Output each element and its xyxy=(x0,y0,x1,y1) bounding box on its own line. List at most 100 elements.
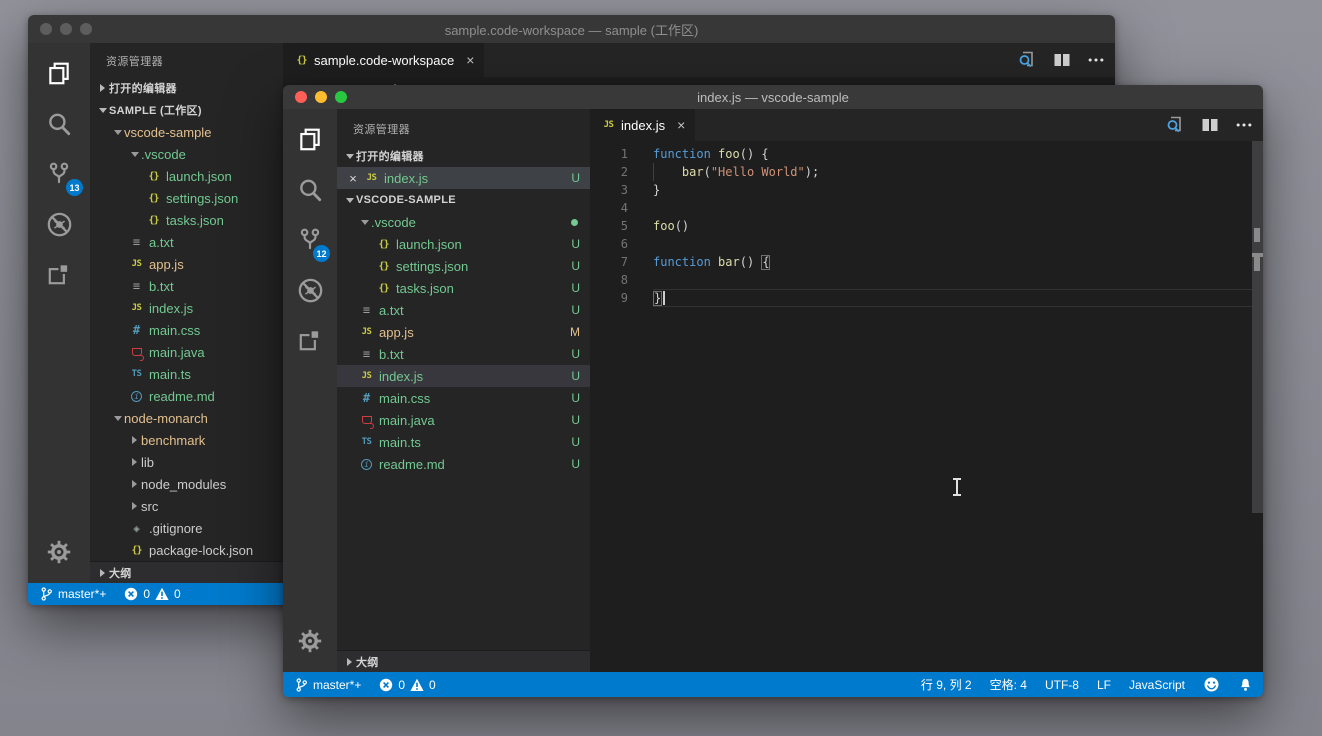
find-icon[interactable] xyxy=(1017,50,1037,70)
activity-source-control[interactable]: 13 xyxy=(28,149,90,199)
status-segment[interactable]: LF xyxy=(1097,678,1111,692)
front-status-bar: master*+ 0 0 行 9, 列 2 空格: 4 UTF-8 LF JavaScr… xyxy=(283,672,1263,697)
split-editor-icon[interactable] xyxy=(1200,115,1220,135)
find-icon[interactable] xyxy=(1165,115,1185,135)
problems-status[interactable]: 0 0 xyxy=(379,678,435,692)
more-actions-icon[interactable] xyxy=(1087,51,1105,69)
code-token xyxy=(711,254,718,270)
tree-item--vscode[interactable]: .vscode xyxy=(90,143,283,165)
tree-item-main-java[interactable]: main.java xyxy=(90,341,283,363)
activity-extensions[interactable] xyxy=(28,249,90,299)
minimize-window-icon[interactable] xyxy=(315,91,327,103)
activity-explorer[interactable] xyxy=(283,115,337,165)
tree-item-main-ts[interactable]: main.ts xyxy=(90,363,283,385)
tree-item-launch-json[interactable]: launch.jsonU xyxy=(337,233,590,255)
file-tree: .vscodelaunch.jsonUsettings.jsonUtasks.j… xyxy=(337,211,590,475)
more-actions-icon[interactable] xyxy=(1235,116,1253,134)
feedback-smiley-icon[interactable] xyxy=(1203,676,1220,693)
close-window-icon[interactable] xyxy=(295,91,307,103)
tree-item-b-txt[interactable]: b.txtU xyxy=(337,343,590,365)
tree-item-main-ts[interactable]: main.tsU xyxy=(337,431,590,453)
back-tab-bar: sample.code-workspace × xyxy=(283,43,1115,77)
tree-item-app-js[interactable]: app.jsM xyxy=(337,321,590,343)
tree-item--vscode[interactable]: .vscode xyxy=(337,211,590,233)
window-controls[interactable] xyxy=(40,23,92,35)
split-editor-icon[interactable] xyxy=(1052,50,1072,70)
code-token: ); xyxy=(805,164,819,180)
tree-item--gitignore[interactable]: .gitignore xyxy=(90,517,283,539)
minimize-window-icon[interactable] xyxy=(60,23,72,35)
activity-debug[interactable] xyxy=(28,199,90,249)
activity-settings-gear[interactable] xyxy=(28,535,90,569)
window-controls[interactable] xyxy=(295,91,347,103)
status-segment[interactable]: 行 9, 列 2 xyxy=(921,676,972,693)
tree-item-b-txt[interactable]: b.txt xyxy=(90,275,283,297)
code-line xyxy=(653,235,1263,253)
outline-section[interactable]: 大纲 xyxy=(90,561,283,583)
tree-item-tasks-json[interactable]: tasks.json xyxy=(90,209,283,231)
status-segment[interactable]: 空格: 4 xyxy=(990,676,1027,693)
scrollbar-strip[interactable] xyxy=(1252,141,1263,513)
tree-item-launch-json[interactable]: launch.json xyxy=(90,165,283,187)
tree-item-lib[interactable]: lib xyxy=(90,451,283,473)
section-label: VSCODE-SAMPLE xyxy=(356,194,456,206)
front-titlebar[interactable]: index.js — vscode-sample xyxy=(283,85,1263,109)
tree-item-a-txt[interactable]: a.txt xyxy=(90,231,283,253)
workspace-section[interactable]: SAMPLE (工作区) xyxy=(90,99,283,121)
tree-item-package-lock-json[interactable]: package-lock.json xyxy=(90,539,283,561)
activity-debug[interactable] xyxy=(283,265,337,315)
workspace-section[interactable]: VSCODE-SAMPLE xyxy=(337,189,590,211)
close-editor-icon[interactable]: × xyxy=(345,171,361,186)
tab-sample-code-workspace[interactable]: sample.code-workspace × xyxy=(283,43,484,77)
tree-item-vscode-sample[interactable]: vscode-sample xyxy=(90,121,283,143)
tree-item-a-txt[interactable]: a.txtU xyxy=(337,299,590,321)
activity-settings-gear[interactable] xyxy=(283,624,337,658)
activity-source-control[interactable]: 12 xyxy=(283,215,337,265)
tree-item-main-java[interactable]: main.javaU xyxy=(337,409,590,431)
front-window: index.js — vscode-sample 12 资源管理器 打开的编辑器… xyxy=(283,85,1263,697)
close-tab-icon[interactable]: × xyxy=(677,118,685,132)
tree-item-benchmark[interactable]: benchmark xyxy=(90,429,283,451)
tree-item-index-js[interactable]: index.jsU xyxy=(337,365,590,387)
tree-item-src[interactable]: src xyxy=(90,495,283,517)
git-branch-status[interactable]: master*+ xyxy=(40,586,106,602)
notifications-bell-icon[interactable] xyxy=(1238,677,1253,693)
section-label: 大纲 xyxy=(356,654,379,670)
open-editor-index-js[interactable]: × index.js U xyxy=(337,167,590,189)
tree-item-tasks-json[interactable]: tasks.jsonU xyxy=(337,277,590,299)
status-segment[interactable]: JavaScript xyxy=(1129,678,1185,692)
tree-item-index-js[interactable]: index.js xyxy=(90,297,283,319)
tab-index-js[interactable]: index.js × xyxy=(590,109,695,141)
problems-status[interactable]: 0 0 xyxy=(124,587,180,601)
json-icon xyxy=(145,193,162,204)
tree-item-settings-json[interactable]: settings.json xyxy=(90,187,283,209)
close-tab-icon[interactable]: × xyxy=(466,53,474,67)
markdown-icon xyxy=(131,391,142,402)
status-segment[interactable]: UTF-8 xyxy=(1045,678,1079,692)
tree-item-label: settings.json xyxy=(166,191,238,206)
tree-item-app-js[interactable]: app.js xyxy=(90,253,283,275)
outline-section[interactable]: 大纲 xyxy=(337,650,590,672)
tree-item-readme-md[interactable]: readme.md xyxy=(90,385,283,407)
tree-item-node-modules[interactable]: node_modules xyxy=(90,473,283,495)
tree-item-readme-md[interactable]: readme.mdU xyxy=(337,453,590,475)
tree-item-main-css[interactable]: main.cssU xyxy=(337,387,590,409)
activity-search[interactable] xyxy=(283,165,337,215)
activity-search[interactable] xyxy=(28,99,90,149)
close-window-icon[interactable] xyxy=(40,23,52,35)
front-code-area[interactable]: 1function foo() {2 bar("Hello World");3}… xyxy=(590,141,1263,672)
activity-extensions[interactable] xyxy=(283,315,337,365)
open-editors-section[interactable]: 打开的编辑器 xyxy=(337,145,590,167)
tree-item-label: .gitignore xyxy=(149,521,202,536)
git-branch-status[interactable]: master*+ xyxy=(295,677,361,693)
tree-item-node-monarch[interactable]: node-monarch xyxy=(90,407,283,429)
status-right-group: 行 9, 列 2 空格: 4 UTF-8 LF JavaScript xyxy=(921,676,1253,693)
zoom-window-icon[interactable] xyxy=(80,23,92,35)
open-editors-section[interactable]: 打开的编辑器 xyxy=(90,77,283,99)
tree-item-settings-json[interactable]: settings.jsonU xyxy=(337,255,590,277)
back-titlebar[interactable]: sample.code-workspace — sample (工作区) xyxy=(28,15,1115,43)
chevron-right-icon xyxy=(128,457,141,467)
activity-explorer[interactable] xyxy=(28,49,90,99)
tree-item-main-css[interactable]: main.css xyxy=(90,319,283,341)
zoom-window-icon[interactable] xyxy=(335,91,347,103)
